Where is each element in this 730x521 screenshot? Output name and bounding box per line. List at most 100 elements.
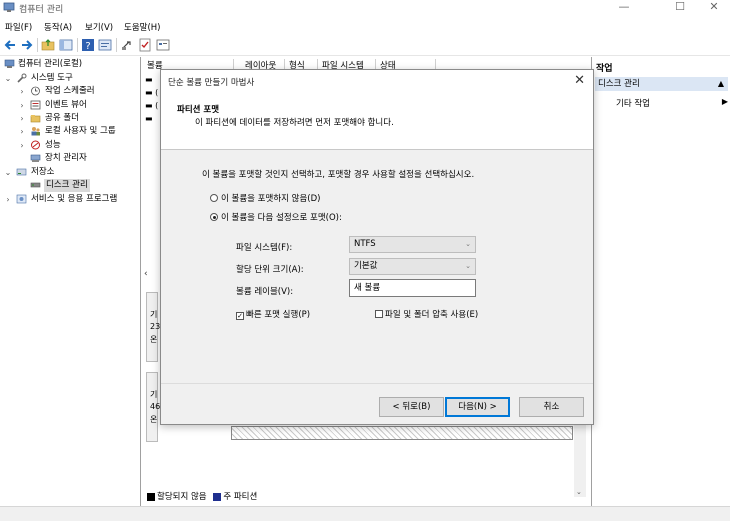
- chevron-down-icon[interactable]: ⌄: [4, 72, 12, 85]
- tree-label: 저장소: [31, 167, 55, 177]
- tree-label: 장치 관리자: [45, 153, 87, 163]
- compression-label: 파일 및 폴더 압축 사용(E): [385, 310, 479, 320]
- tree-node-device-manager[interactable]: 장치 관리자: [0, 152, 140, 165]
- forward-icon[interactable]: [20, 38, 34, 52]
- compression-checkbox[interactable]: [375, 310, 383, 318]
- menu-bar: 파일(F) 동작(A) 보기(V) 도움말(H): [0, 17, 730, 34]
- disk-info-text: 기: [150, 390, 158, 399]
- chevron-right-icon[interactable]: ›: [4, 193, 12, 206]
- disk-info-text: 23: [150, 322, 161, 331]
- filesystem-select[interactable]: NTFS ⌄: [349, 236, 476, 253]
- menu-help[interactable]: 도움말(H): [124, 21, 160, 33]
- tree-label: 서비스 및 응용 프로그램: [31, 194, 118, 204]
- dialog-titlebar: 단순 볼륨 만들기 마법사 ✕: [161, 70, 593, 92]
- users-icon: [31, 127, 40, 136]
- computer-management-icon: [3, 2, 15, 12]
- tree-node-event-viewer[interactable]: › 이벤트 뷰어: [0, 99, 140, 112]
- connect-icon[interactable]: [121, 38, 135, 52]
- button-separator: [161, 383, 593, 384]
- tree-node-system-tools[interactable]: ⌄ 시스템 도구: [0, 72, 140, 85]
- back-button[interactable]: < 뒤로(B): [379, 397, 444, 417]
- minimize-button[interactable]: —: [610, 0, 638, 14]
- legend-primary: 주 파티션: [223, 492, 258, 502]
- chevron-down-icon[interactable]: ⌄: [4, 166, 12, 179]
- quick-format-checkbox[interactable]: ✓: [236, 312, 244, 320]
- tree-node-performance[interactable]: › 성능: [0, 139, 140, 152]
- scroll-down-arrow[interactable]: ⌄: [576, 488, 582, 496]
- tree-node-shared-folders[interactable]: › 공유 폴더: [0, 112, 140, 125]
- partition-legend: 할당되지 않음 주 파티션: [147, 490, 257, 502]
- tree-node-disk-management[interactable]: 디스크 관리: [0, 179, 140, 192]
- tree-label: 디스크 관리: [44, 179, 90, 192]
- unallocated-partition[interactable]: [231, 426, 573, 440]
- compression-checkbox-row[interactable]: 파일 및 폴더 압축 사용(E): [375, 308, 478, 320]
- volume-row[interactable]: ▬ (: [145, 101, 159, 111]
- folder-up-icon[interactable]: [41, 38, 55, 52]
- tree-node-local-users[interactable]: › 로컬 사용자 및 그룹: [0, 125, 140, 138]
- allocation-size-value: 기본값: [354, 261, 378, 271]
- toolbar-separator: [77, 38, 78, 52]
- menu-view[interactable]: 보기(V): [85, 21, 113, 33]
- quick-format-checkbox-row[interactable]: ✓ 빠른 포맷 실행(P): [236, 308, 310, 320]
- scroll-left-arrow[interactable]: ‹: [144, 269, 148, 279]
- next-button[interactable]: 다음(N) >: [445, 397, 510, 417]
- filesystem-value: NTFS: [354, 239, 376, 249]
- allocation-size-select[interactable]: 기본값 ⌄: [349, 258, 476, 275]
- actions-section-disk-management[interactable]: 디스크 관리 ▲: [595, 77, 728, 91]
- back-icon[interactable]: [3, 38, 17, 52]
- tree-node-services[interactable]: › 서비스 및 응용 프로그램: [0, 193, 140, 206]
- chevron-right-icon[interactable]: ›: [18, 99, 26, 112]
- chevron-right-icon[interactable]: ›: [18, 125, 26, 138]
- tree-node-root[interactable]: 컴퓨터 관리(로컬): [0, 58, 140, 71]
- chevron-right-icon[interactable]: ›: [18, 139, 26, 152]
- device-manager-icon: [30, 154, 41, 162]
- cancel-button[interactable]: 취소: [519, 397, 584, 417]
- tree-node-storage[interactable]: ⌄ 저장소: [0, 166, 140, 179]
- volume-row[interactable]: ▬: [145, 114, 159, 124]
- view-icon[interactable]: [156, 38, 170, 52]
- primary-swatch: [213, 492, 222, 501]
- chevron-right-icon[interactable]: ›: [18, 85, 26, 98]
- maximize-button[interactable]: ☐: [666, 0, 694, 14]
- volume-row[interactable]: ▬ (: [145, 88, 159, 98]
- close-button[interactable]: ✕: [700, 0, 728, 14]
- window-title: 컴퓨터 관리: [19, 5, 64, 15]
- shared-folder-icon: [30, 115, 41, 123]
- tools-icon: [17, 73, 27, 83]
- unallocated-swatch: [147, 492, 155, 501]
- actions-pane: 작업 디스크 관리 ▲ 기타 작업 ▶: [591, 57, 730, 506]
- help-icon[interactable]: ?: [81, 38, 95, 52]
- collapse-up-icon[interactable]: ▲: [718, 77, 724, 91]
- tree-label: 공유 폴더: [45, 113, 79, 123]
- tree-label: 로컬 사용자 및 그룹: [45, 126, 116, 136]
- properties-icon[interactable]: [98, 38, 112, 52]
- legend-unallocated: 할당되지 않음: [157, 492, 207, 502]
- dialog-title: 단순 볼륨 만들기 마법사: [168, 78, 255, 88]
- tree-node-task-scheduler[interactable]: › 작업 스케줄러: [0, 85, 140, 98]
- window-titlebar: 컴퓨터 관리 — ☐ ✕: [0, 0, 730, 16]
- quick-format-label: 빠른 포맷 실행(P): [246, 310, 311, 320]
- menu-action[interactable]: 동작(A): [44, 21, 72, 33]
- radio-label: 이 볼륨을 포맷하지 않음(D): [221, 194, 321, 204]
- chevron-down-icon: ⌄: [465, 240, 471, 248]
- volume-label-input[interactable]: 새 볼륨: [349, 279, 476, 297]
- new-simple-volume-wizard: 단순 볼륨 만들기 마법사 ✕ 파티션 포맷 이 파티션에 데이터를 저장하려면…: [160, 69, 594, 425]
- actions-more[interactable]: 기타 작업 ▶: [616, 97, 728, 109]
- checklist-icon[interactable]: [138, 38, 152, 52]
- menu-file[interactable]: 파일(F): [5, 21, 32, 33]
- computer-management-icon: [4, 59, 15, 68]
- chevron-right-icon[interactable]: ›: [18, 112, 26, 125]
- status-bar: [0, 506, 730, 521]
- radio-button-selected[interactable]: [210, 213, 218, 221]
- dialog-close-button[interactable]: ✕: [574, 73, 585, 88]
- navigation-tree: 컴퓨터 관리(로컬) ⌄ 시스템 도구 › 작업 스케줄러 › 이벤트 뷰어 ›…: [0, 57, 141, 506]
- radio-format[interactable]: 이 볼륨을 다음 설정으로 포맷(O):: [210, 211, 342, 223]
- actions-section-label: 디스크 관리: [598, 79, 640, 89]
- filesystem-label: 파일 시스템(F):: [236, 243, 293, 253]
- tree-label: 성능: [45, 140, 61, 150]
- chevron-down-icon: ⌄: [465, 262, 471, 270]
- radio-button[interactable]: [210, 194, 218, 202]
- volume-row[interactable]: ▬: [145, 75, 159, 85]
- show-tree-icon[interactable]: [59, 38, 73, 52]
- radio-no-format[interactable]: 이 볼륨을 포맷하지 않음(D): [210, 192, 320, 204]
